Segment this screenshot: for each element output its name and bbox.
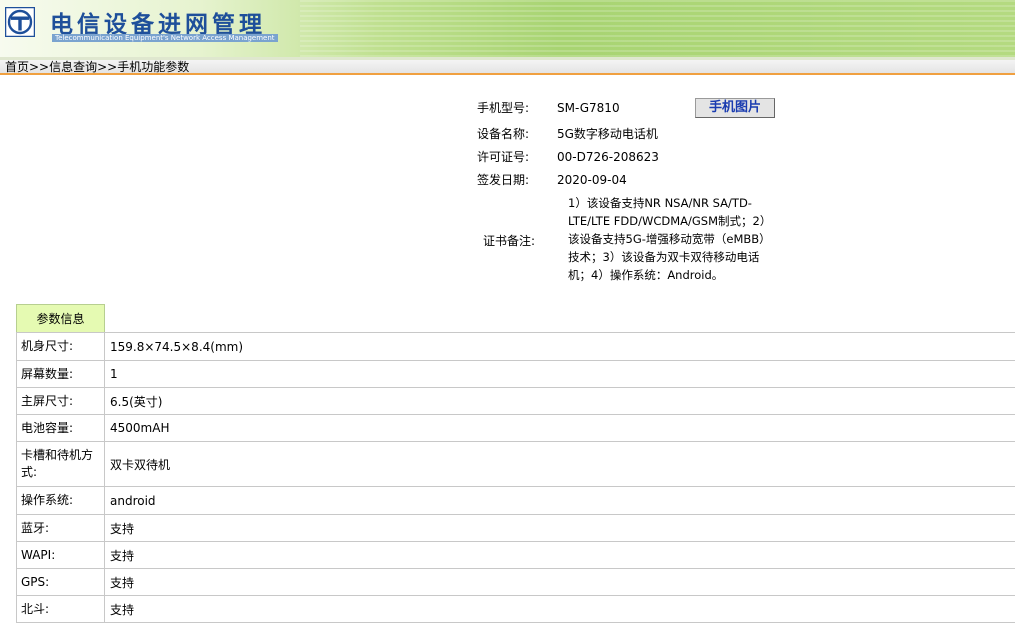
param-value: 支持: [110, 602, 135, 617]
breadcrumb[interactable]: 首页>>信息查询>>手机功能参数: [0, 60, 1015, 75]
param-label: 屏幕数量:: [16, 361, 105, 387]
model-label: 手机型号:: [477, 101, 530, 115]
table-row: 机身尺寸: 159.8×74.5×8.4(mm): [16, 333, 1015, 361]
tab-parameters[interactable]: 参数信息: [16, 304, 105, 332]
param-value: 6.5(英寸): [110, 394, 163, 409]
device-name-value: 5G数字移动电话机: [557, 127, 658, 141]
issue-date-value: 2020-09-04: [557, 173, 627, 187]
model-value: SM-G7810: [557, 101, 620, 115]
param-value: android: [110, 493, 156, 508]
license-value: 00-D726-208623: [557, 150, 659, 164]
issue-date-label: 签发日期:: [477, 173, 530, 187]
table-row: 操作系统: android: [16, 487, 1015, 515]
remark-value: 1）该设备支持NR NSA/NR SA/TD-LTE/LTE FDD/WCDMA…: [568, 196, 772, 282]
param-label: 电池容量:: [16, 415, 105, 441]
table-row: 主屏尺寸: 6.5(英寸): [16, 388, 1015, 415]
param-value: 双卡双待机: [110, 457, 171, 472]
table-row: 电池容量: 4500mAH: [16, 415, 1015, 442]
network-access-logo-icon: [5, 7, 35, 37]
site-header: 电信设备进网管理 Telecommunication Equipment's N…: [0, 0, 1015, 57]
param-value: 4500mAH: [110, 421, 170, 435]
header-decoration: [300, 0, 1015, 57]
remark-label: 证书备注:: [483, 234, 536, 248]
param-value: 支持: [110, 575, 135, 590]
param-label: WAPI:: [16, 542, 105, 568]
table-row: 蓝牙: 支持: [16, 515, 1015, 542]
license-label: 许可证号:: [477, 150, 530, 164]
phone-photo-button[interactable]: 手机图片: [695, 98, 775, 118]
device-name-label: 设备名称:: [477, 127, 530, 141]
param-label: GPS:: [16, 569, 105, 595]
param-value: 支持: [110, 521, 135, 536]
param-label: 卡槽和待机方式:: [16, 442, 105, 486]
table-row: 北斗: 支持: [16, 596, 1015, 623]
table-row: 屏幕数量: 1: [16, 361, 1015, 388]
table-row: GPS: 支持: [16, 569, 1015, 596]
parameters-table: 机身尺寸: 159.8×74.5×8.4(mm) 屏幕数量: 1 主屏尺寸: 6…: [16, 332, 1015, 623]
param-label: 蓝牙:: [16, 515, 105, 541]
brand-subtitle: Telecommunication Equipment's Network Ac…: [52, 34, 278, 42]
param-value: 159.8×74.5×8.4(mm): [110, 339, 244, 354]
param-label: 北斗:: [16, 596, 105, 622]
param-label: 主屏尺寸:: [16, 388, 105, 414]
param-label: 机身尺寸:: [16, 333, 105, 360]
param-value: 支持: [110, 548, 135, 563]
param-label: 操作系统:: [16, 487, 105, 514]
table-row: WAPI: 支持: [16, 542, 1015, 569]
param-value: 1: [110, 367, 118, 381]
table-row: 卡槽和待机方式: 双卡双待机: [16, 442, 1015, 487]
